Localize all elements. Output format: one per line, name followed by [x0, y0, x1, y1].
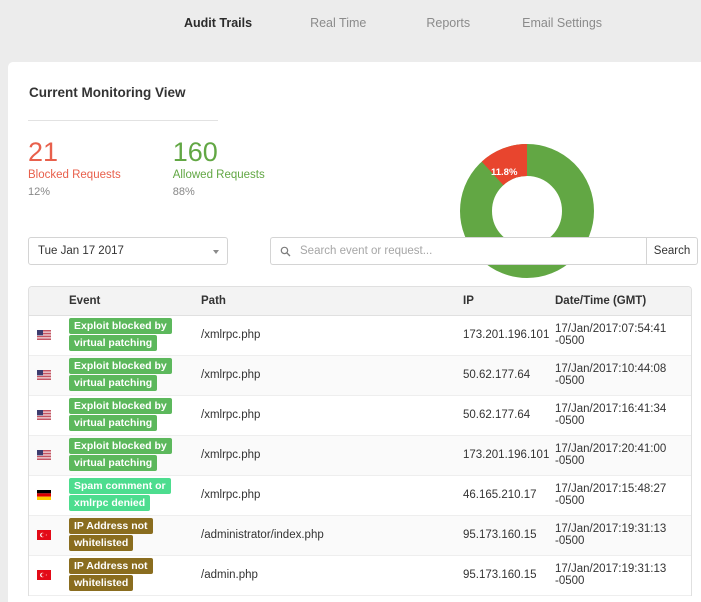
tr-flag-icon [37, 530, 51, 540]
stat-allowed-requests: 160 Allowed Requests 88% [173, 137, 265, 198]
row-event-cell: IP Address not whitelisted [61, 515, 193, 555]
monitoring-card: Current Monitoring View 21 Blocked Reque… [8, 62, 701, 602]
stat-blocked-label: Blocked Requests [28, 169, 121, 181]
row-datetime-cell: 17/Jan/2017:19:31:13 -0500 [547, 555, 692, 595]
us-flag-icon [37, 370, 51, 380]
row-flag-cell [29, 475, 61, 515]
status-badge: Exploit blocked by virtual patching [69, 318, 172, 351]
tab-audit-trails[interactable]: Audit Trails [184, 16, 252, 30]
column-header-datetime: Date/Time (GMT) [547, 287, 692, 315]
search-box[interactable] [270, 237, 646, 265]
column-header-ip: IP [455, 287, 547, 315]
row-event-cell: Exploit blocked by virtual patching [61, 395, 193, 435]
row-datetime-cell: 17/Jan/2017:07:54:41 -0500 [547, 315, 692, 355]
row-event-cell: IP Address not whitelisted [61, 555, 193, 595]
us-flag-icon [37, 330, 51, 340]
row-event-cell: Exploit blocked by virtual patching [61, 315, 193, 355]
chevron-down-icon [213, 250, 219, 254]
stat-blocked-value: 21 [28, 137, 121, 167]
status-badge: IP Address not whitelisted [69, 558, 153, 591]
search-input[interactable] [298, 244, 646, 258]
column-header-path: Path [193, 287, 455, 315]
row-ip-cell: 50.62.177.64 [455, 395, 547, 435]
main-navigation: Audit Trails Real Time Reports Email Set… [0, 0, 701, 46]
table-row[interactable]: IP Address not whitelisted /admin.php 95… [29, 555, 692, 595]
row-flag-cell [29, 355, 61, 395]
status-badge: Exploit blocked by virtual patching [69, 358, 172, 391]
row-event-cell: Exploit blocked by virtual patching [61, 355, 193, 395]
row-datetime-cell: 17/Jan/2017:20:41:00 -0500 [547, 435, 692, 475]
row-datetime-cell: 17/Jan/2017:16:41:34 -0500 [547, 395, 692, 435]
filter-controls: Tue Jan 17 2017 Search [28, 237, 688, 265]
row-path-cell: /xmlrpc.php [193, 475, 455, 515]
audit-trail-table: Event Path IP Date/Time (GMT) Exploit bl… [28, 286, 692, 596]
row-path-cell: /xmlrpc.php [193, 395, 455, 435]
table-row[interactable]: Exploit blocked by virtual patching /xml… [29, 435, 692, 475]
de-flag-icon [37, 490, 51, 500]
date-select[interactable]: Tue Jan 17 2017 [28, 237, 228, 265]
row-path-cell: /xmlrpc.php [193, 435, 455, 475]
row-flag-cell [29, 395, 61, 435]
status-badge: Exploit blocked by virtual patching [69, 438, 172, 471]
table-header-row: Event Path IP Date/Time (GMT) [29, 287, 692, 315]
page-title: Current Monitoring View [29, 85, 186, 100]
row-datetime-cell: 17/Jan/2017:10:44:08 -0500 [547, 355, 692, 395]
table-row[interactable]: IP Address not whitelisted /administrato… [29, 515, 692, 555]
stat-blocked-percent: 12% [28, 186, 121, 198]
table-row[interactable]: Exploit blocked by virtual patching /xml… [29, 355, 692, 395]
column-header-event: Event [61, 287, 193, 315]
tab-real-time[interactable]: Real Time [310, 16, 366, 30]
column-header-flag [29, 287, 61, 315]
us-flag-icon [37, 450, 51, 460]
tr-flag-icon [37, 570, 51, 580]
tab-email-settings[interactable]: Email Settings [522, 16, 602, 30]
row-ip-cell: 173.201.196.101 [455, 315, 547, 355]
tab-reports[interactable]: Reports [426, 16, 470, 30]
row-path-cell: /admin.php [193, 555, 455, 595]
donut-label-blocked: 11.8% [491, 167, 517, 178]
search-icon [280, 246, 291, 257]
row-ip-cell: 46.165.210.17 [455, 475, 547, 515]
table-body: Exploit blocked by virtual patching /xml… [29, 315, 692, 595]
status-badge: Exploit blocked by virtual patching [69, 398, 172, 431]
row-path-cell: /administrator/index.php [193, 515, 455, 555]
row-ip-cell: 95.173.160.15 [455, 555, 547, 595]
stat-allowed-label: Allowed Requests [173, 169, 265, 181]
row-datetime-cell: 17/Jan/2017:19:31:13 -0500 [547, 515, 692, 555]
table-row[interactable]: Exploit blocked by virtual patching /xml… [29, 315, 692, 355]
stat-allowed-percent: 88% [173, 186, 265, 198]
row-event-cell: Spam comment or xmlrpc denied [61, 475, 193, 515]
status-badge: Spam comment or xmlrpc denied [69, 478, 171, 511]
stat-allowed-value: 160 [173, 137, 265, 167]
row-flag-cell [29, 435, 61, 475]
search-button[interactable]: Search [646, 237, 698, 265]
title-divider [28, 120, 218, 121]
row-ip-cell: 95.173.160.15 [455, 515, 547, 555]
search-group: Search [270, 237, 698, 265]
stat-blocked-requests: 21 Blocked Requests 12% [28, 137, 121, 198]
row-path-cell: /xmlrpc.php [193, 355, 455, 395]
row-flag-cell [29, 515, 61, 555]
row-ip-cell: 173.201.196.101 [455, 435, 547, 475]
row-path-cell: /xmlrpc.php [193, 315, 455, 355]
row-datetime-cell: 17/Jan/2017:15:48:27 -0500 [547, 475, 692, 515]
table-row[interactable]: Spam comment or xmlrpc denied /xmlrpc.ph… [29, 475, 692, 515]
stats-group: 21 Blocked Requests 12% 160 Allowed Requ… [28, 137, 317, 198]
date-select-value: Tue Jan 17 2017 [38, 245, 124, 257]
status-badge: IP Address not whitelisted [69, 518, 153, 551]
row-flag-cell [29, 555, 61, 595]
row-flag-cell [29, 315, 61, 355]
row-event-cell: Exploit blocked by virtual patching [61, 435, 193, 475]
table-row[interactable]: Exploit blocked by virtual patching /xml… [29, 395, 692, 435]
us-flag-icon [37, 410, 51, 420]
row-ip-cell: 50.62.177.64 [455, 355, 547, 395]
